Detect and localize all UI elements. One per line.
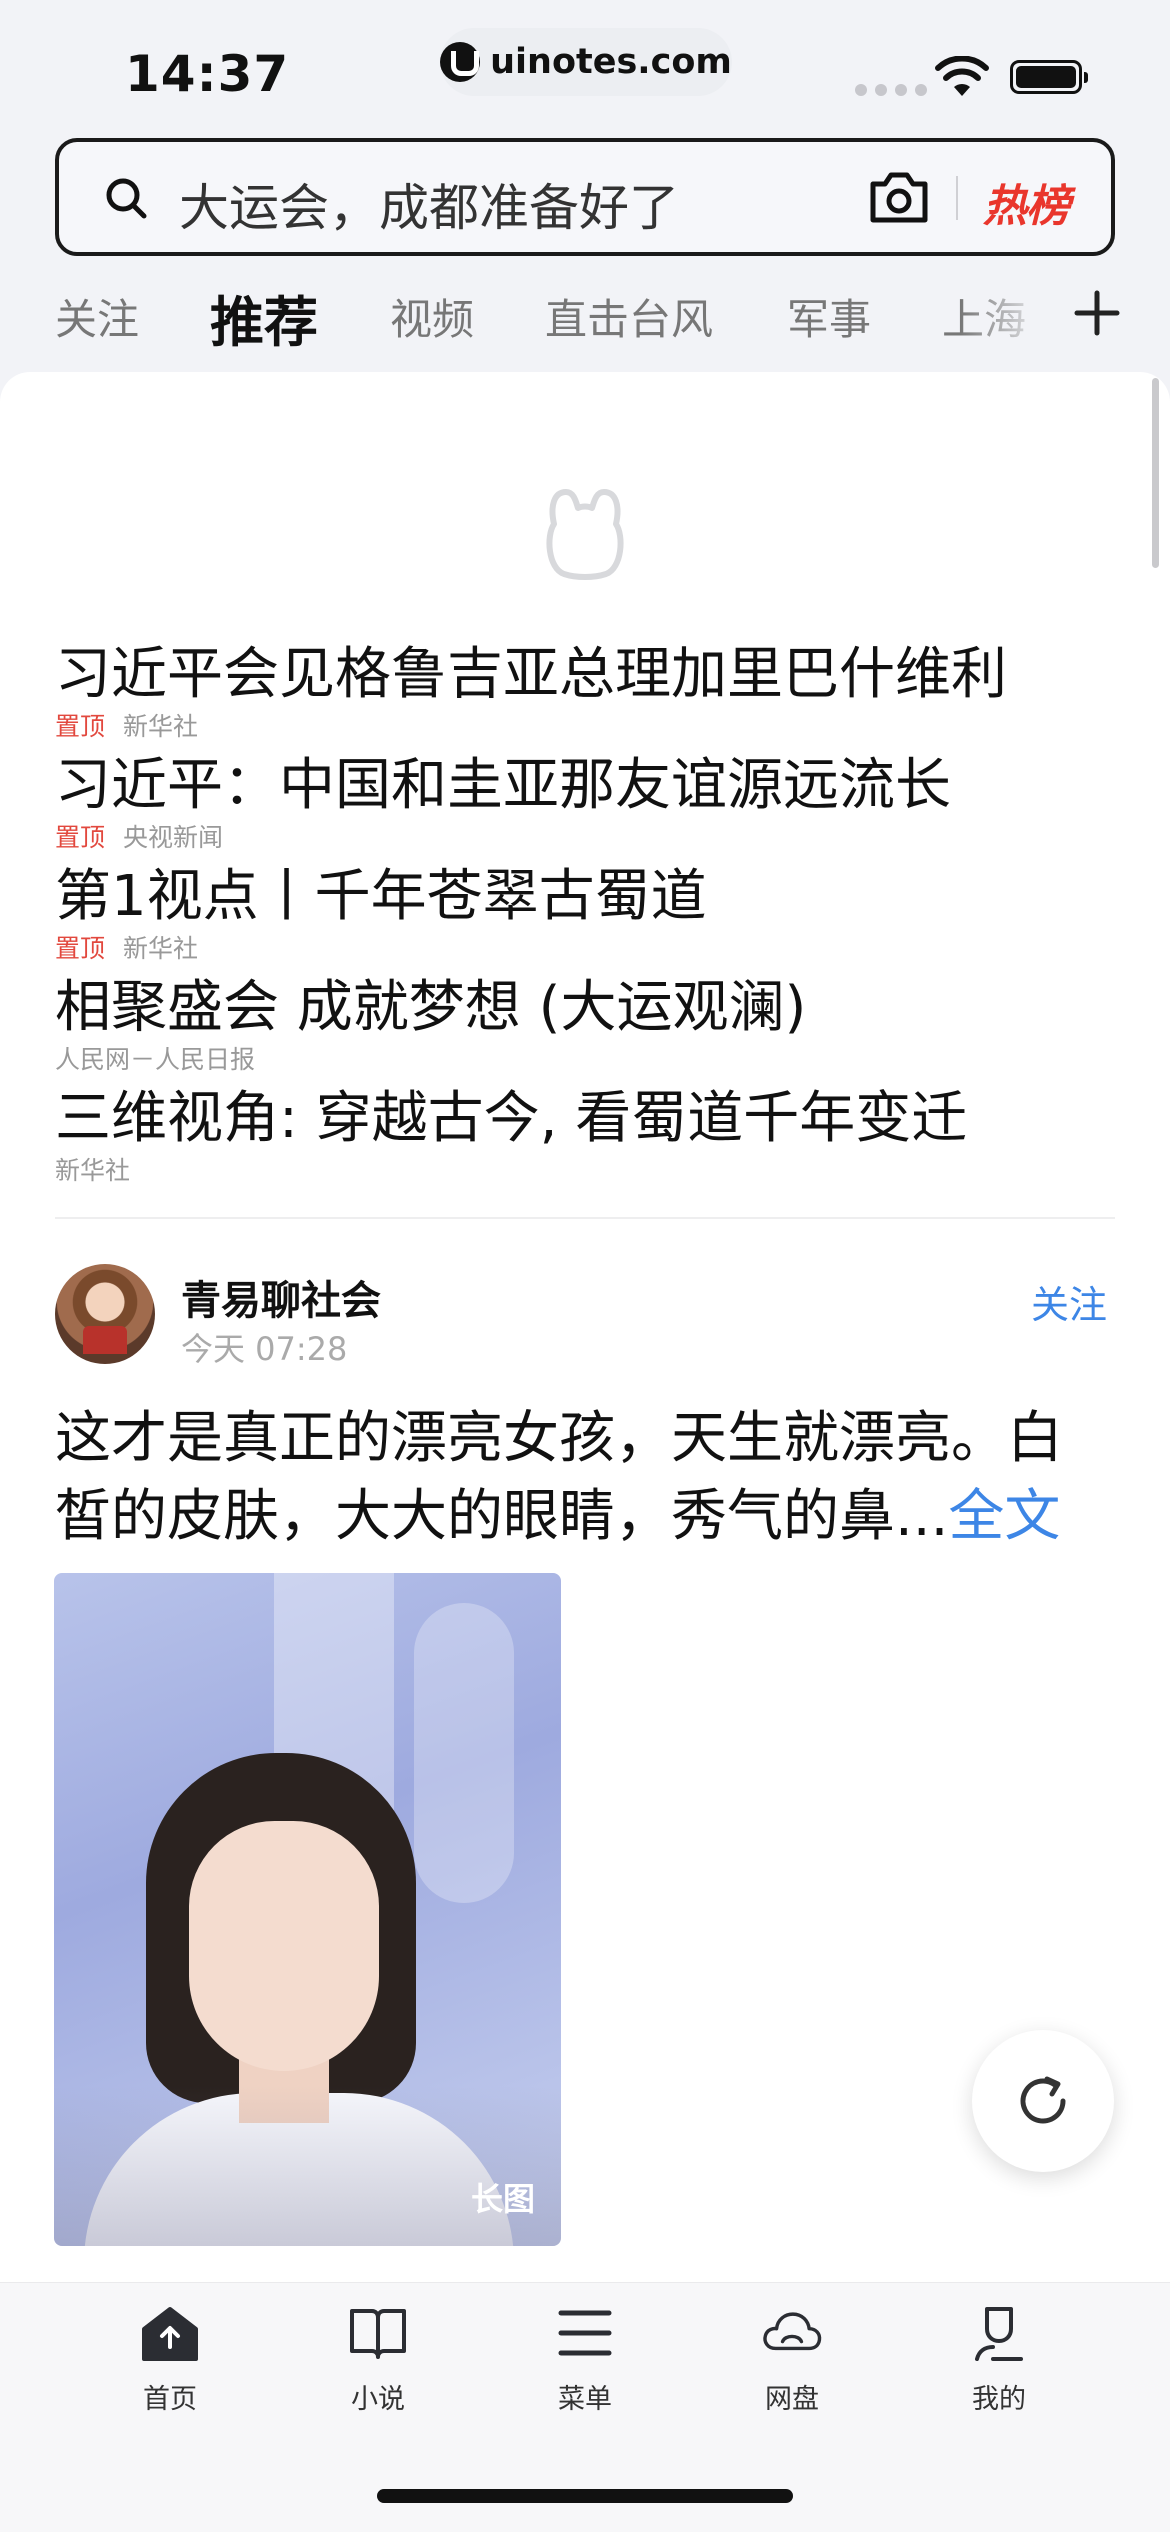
- scrollbar[interactable]: [1152, 378, 1159, 568]
- news-title[interactable]: 习近平：中国和圭亚那友谊源远流长: [55, 751, 1115, 821]
- tab-recommend[interactable]: 推荐: [210, 278, 318, 357]
- wifi-icon: [935, 56, 989, 96]
- post-body: 这才是真正的漂亮女孩，天生就漂亮。白皙的皮肤，大大的眼睛，秀气的鼻...: [55, 1406, 1063, 1549]
- tab-military[interactable]: 军事: [787, 286, 871, 347]
- news-source: 人民网－人民日报: [55, 1045, 256, 1074]
- news-title[interactable]: 习近平会见格鲁吉亚总理加里巴什维利: [55, 640, 1115, 710]
- channel-tabs: 关注 推荐 视频 直击台风 军事 上海: [0, 278, 1170, 368]
- news-item[interactable]: 习近平会见格鲁吉亚总理加里巴什维利 置顶 新华社: [55, 640, 1115, 751]
- pinned-badge: 置顶: [55, 823, 106, 852]
- pinned-badge: 置顶: [55, 712, 106, 741]
- url-pill[interactable]: uinotes.com: [440, 28, 732, 96]
- news-item[interactable]: 习近平：中国和圭亚那友谊源远流长 置顶 央视新闻: [55, 751, 1115, 862]
- post-text[interactable]: 这才是真正的漂亮女孩，天生就漂亮。白皙的皮肤，大大的眼睛，秀气的鼻...全文: [55, 1400, 1115, 1556]
- post-time: 今天 07:28: [181, 1330, 348, 1368]
- cellular-signal-icon: [855, 84, 927, 96]
- refresh-icon: [1020, 2076, 1066, 2124]
- news-meta: 置顶 央视新闻: [55, 821, 1115, 855]
- nav-label: 菜单: [558, 2384, 612, 2415]
- news-source: 新华社: [55, 1156, 131, 1185]
- search-divider: [956, 176, 958, 220]
- site-logo-icon: [440, 42, 481, 82]
- nav-label: 网盘: [765, 2384, 819, 2415]
- nav-profile[interactable]: 我的: [934, 2303, 1064, 2423]
- nav-label: 我的: [972, 2384, 1026, 2415]
- url-text: uinotes.com: [490, 42, 732, 82]
- add-tab-icon[interactable]: [1072, 288, 1122, 338]
- follow-button[interactable]: 关注: [1031, 1274, 1107, 1329]
- news-title[interactable]: 相聚盛会 成就梦想 (大运观澜): [55, 973, 1115, 1043]
- nav-novel[interactable]: 小说: [313, 2303, 443, 2423]
- refresh-button[interactable]: [972, 2030, 1114, 2172]
- post-author[interactable]: 青易聊社会: [181, 1268, 381, 1326]
- nav-menu[interactable]: 菜单: [520, 2303, 650, 2423]
- feed[interactable]: 习近平会见格鲁吉亚总理加里巴什维利 置顶 新华社 习近平：中国和圭亚那友谊源远流…: [0, 372, 1170, 2282]
- news-meta: 新华社: [55, 1154, 1115, 1188]
- top-news-list: 习近平会见格鲁吉亚总理加里巴什维利 置顶 新华社 习近平：中国和圭亚那友谊源远流…: [55, 640, 1115, 1195]
- nav-home[interactable]: 首页: [105, 2303, 235, 2423]
- status-bar: 14:37 uinotes.com: [0, 0, 1170, 130]
- pinned-badge: 置顶: [55, 934, 106, 963]
- news-meta: 置顶 新华社: [55, 710, 1115, 744]
- news-title[interactable]: 三维视角: 穿越古今, 看蜀道千年变迁: [55, 1084, 1115, 1154]
- cloud-icon: [763, 2312, 822, 2351]
- search-input[interactable]: 大运会，成都准备好了: [179, 168, 679, 240]
- pull-refresh-mascot-icon: [546, 489, 624, 580]
- news-item[interactable]: 第1视点丨千年苍翠古蜀道 置顶 新华社: [55, 862, 1115, 973]
- nav-label: 首页: [143, 2384, 197, 2415]
- home-indicator[interactable]: [377, 2489, 793, 2503]
- menu-icon: [558, 2310, 612, 2356]
- long-image-badge: 长图: [470, 2180, 535, 2218]
- nav-cloud-drive[interactable]: 网盘: [727, 2303, 857, 2423]
- avatar[interactable]: [55, 1264, 155, 1364]
- camera-icon[interactable]: [867, 168, 931, 226]
- battery-icon: [1010, 60, 1088, 94]
- divider: [55, 1217, 1115, 1219]
- news-title[interactable]: 第1视点丨千年苍翠古蜀道: [55, 862, 1115, 932]
- tab-follow[interactable]: 关注: [55, 286, 139, 347]
- home-icon: [142, 2307, 198, 2361]
- hot-list-button[interactable]: 热榜: [983, 170, 1070, 234]
- news-item[interactable]: 三维视角: 穿越古今, 看蜀道千年变迁 新华社: [55, 1084, 1115, 1195]
- news-meta: 人民网－人民日报: [55, 1043, 1115, 1077]
- tab-typhoon[interactable]: 直击台风: [545, 286, 713, 347]
- post-image[interactable]: 长图: [54, 1573, 561, 2246]
- search-icon: [106, 178, 147, 219]
- read-more-link[interactable]: 全文: [948, 1484, 1060, 1549]
- status-time: 14:37: [125, 45, 290, 103]
- nav-label: 小说: [351, 2384, 405, 2415]
- news-meta: 置顶 新华社: [55, 932, 1115, 966]
- tab-fade: [960, 278, 1050, 358]
- news-source: 央视新闻: [123, 823, 224, 852]
- news-source: 新华社: [123, 934, 199, 963]
- book-icon: [350, 2309, 406, 2359]
- profile-icon: [975, 2307, 1023, 2361]
- news-source: 新华社: [123, 712, 199, 741]
- post-header: 青易聊社会 今天 07:28 关注: [55, 1264, 1115, 1374]
- news-item[interactable]: 相聚盛会 成就梦想 (大运观澜) 人民网－人民日报: [55, 973, 1115, 1084]
- tab-video[interactable]: 视频: [390, 286, 474, 347]
- search-box[interactable]: 大运会，成都准备好了 热榜: [55, 138, 1115, 256]
